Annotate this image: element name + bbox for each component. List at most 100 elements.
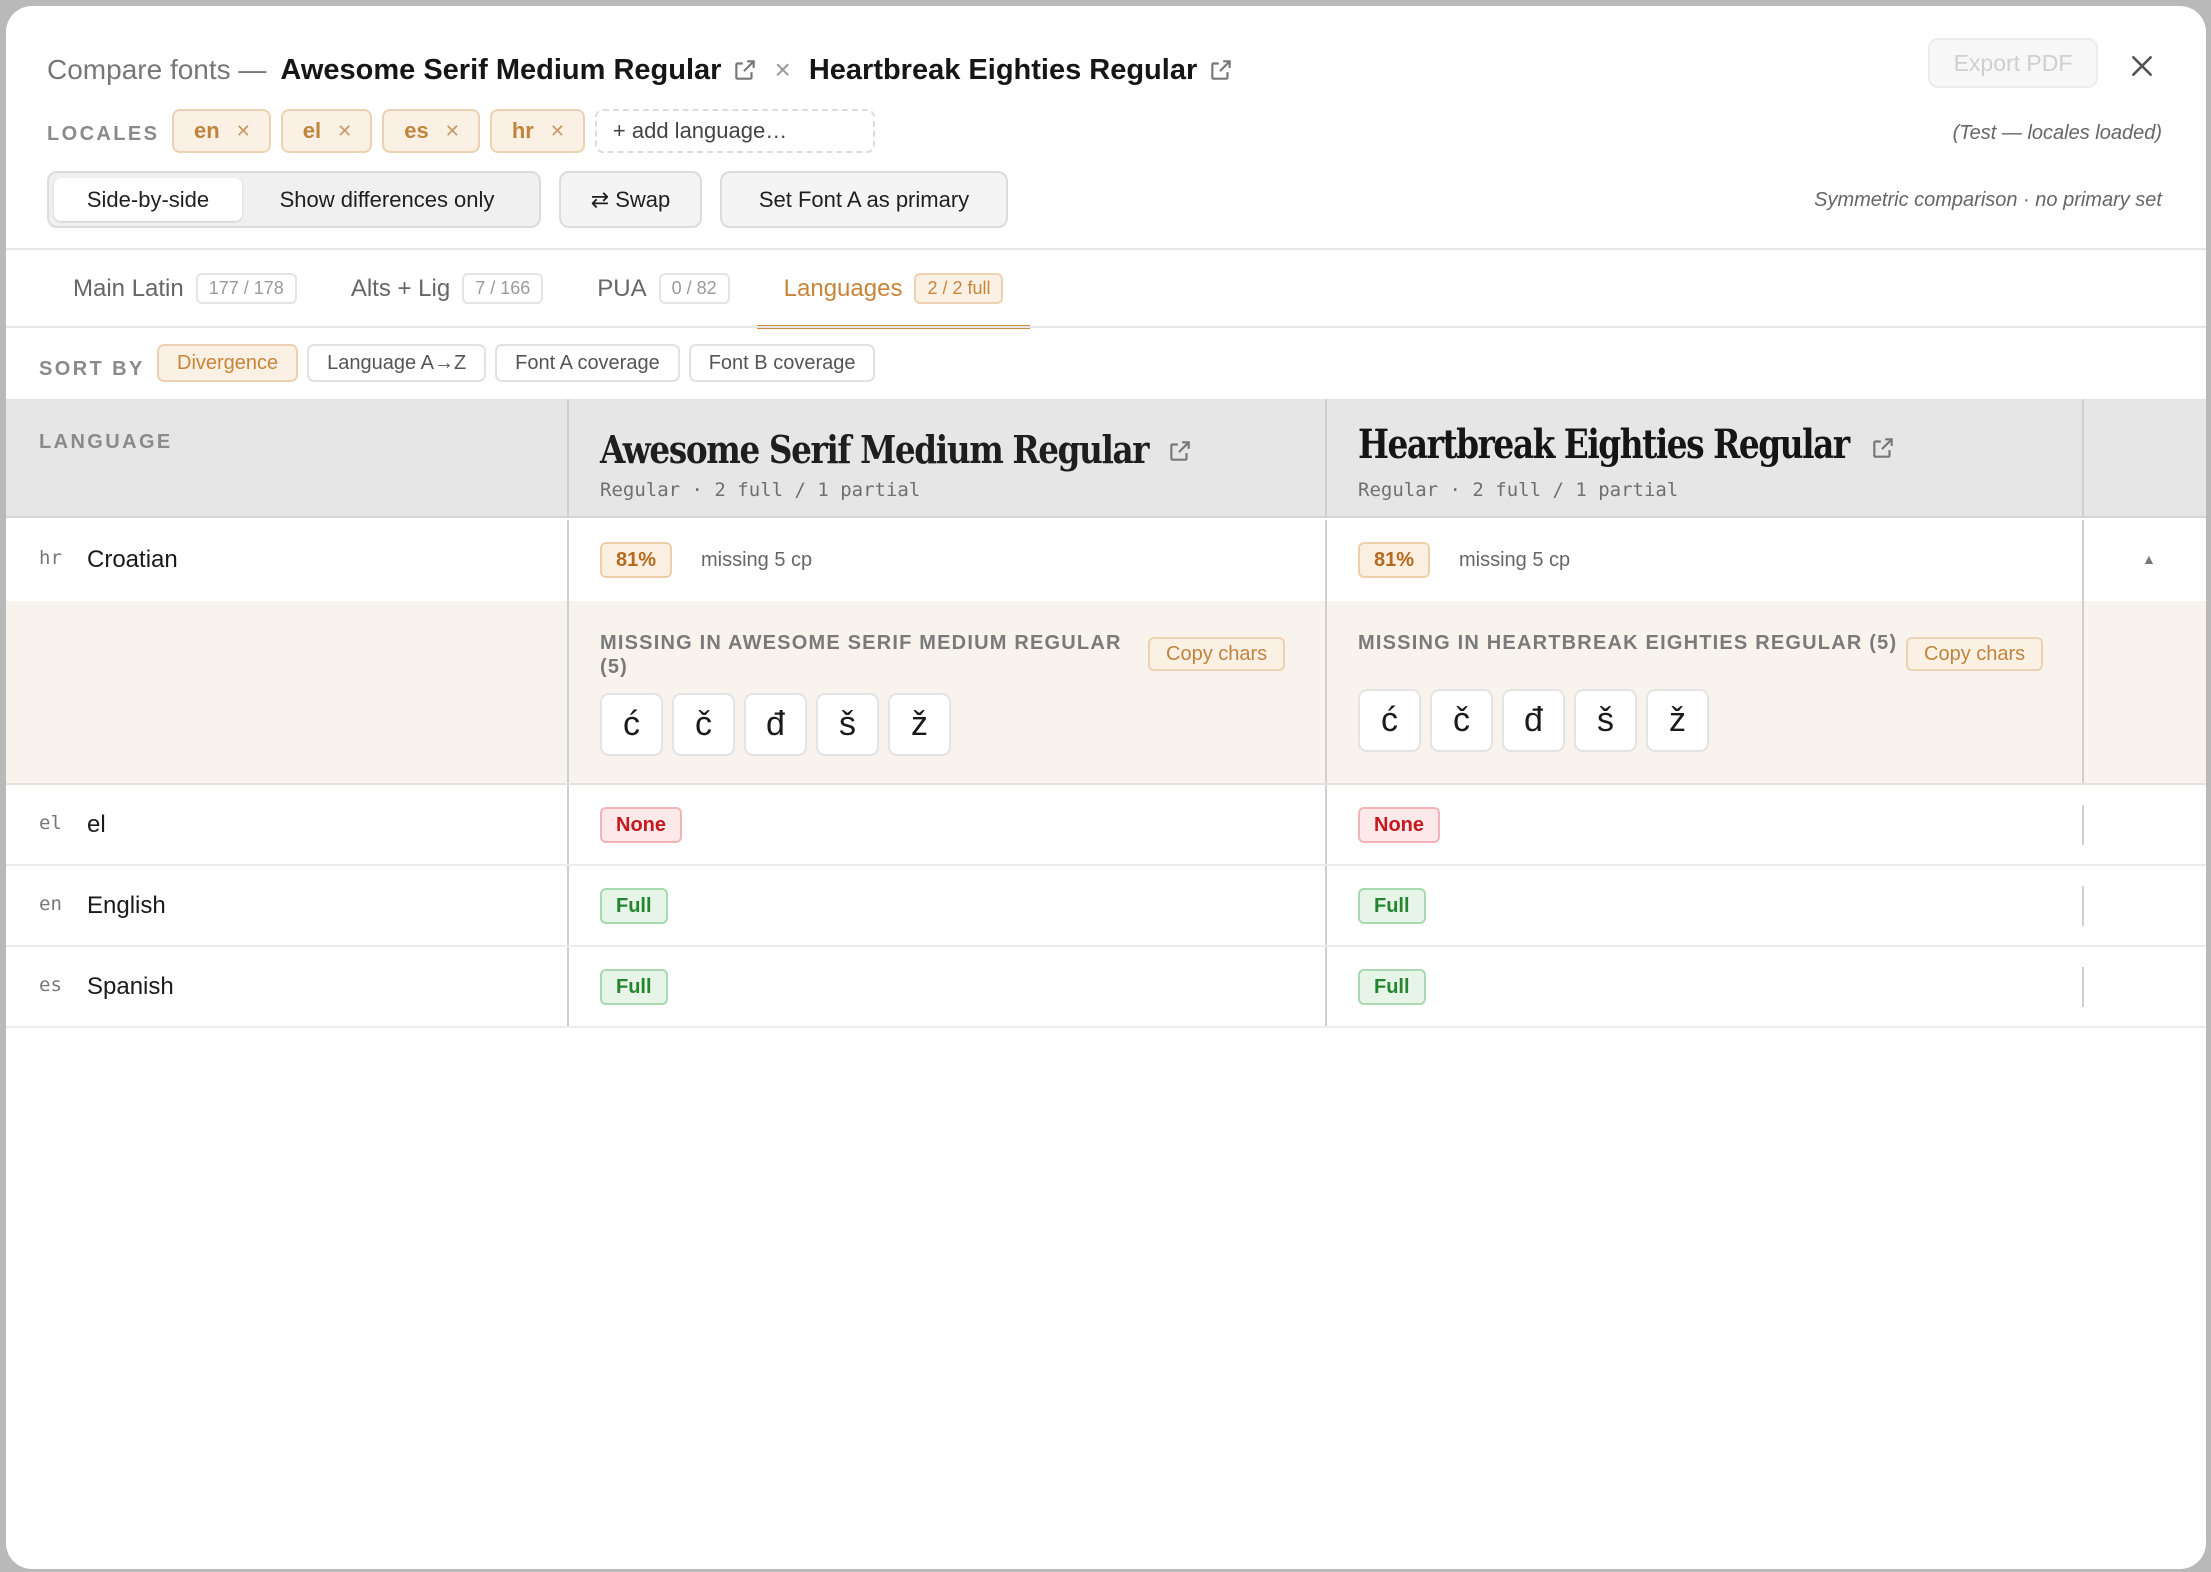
external-link-icon[interactable] [1870,435,1896,461]
missing-glyphs-a: ć č đ š ž [600,693,951,756]
missing-glyphs-b: ć č đ š ž [1358,689,1709,752]
column-divider [2082,399,2084,516]
missing-count: missing 5 cp [1459,549,1571,571]
divider [6,326,2206,328]
language-code: es [39,974,62,996]
locale-chip-es[interactable]: es ✕ [382,109,480,153]
table-row-el[interactable]: el el None None [6,785,2206,866]
column-divider [567,520,569,601]
column-divider [2082,886,2084,926]
versus-separator: × [774,54,791,85]
external-link-icon[interactable] [732,57,758,83]
font-a-column-header: Awesome Serif Medium Regular [600,427,1193,472]
set-primary-button[interactable]: Set Font A as primary [720,171,1008,228]
compare-fonts-dialog: Compare fonts — Awesome Serif Medium Reg… [6,6,2206,1569]
column-divider [1325,785,1327,864]
column-divider [567,866,569,945]
missing-heading-a: MISSING IN AWESOME SERIF MEDIUM REGULAR … [600,632,1122,678]
glyph-tile[interactable]: š [816,693,879,756]
table-row-es[interactable]: es Spanish Full Full [6,947,2206,1028]
external-link-icon[interactable] [1167,438,1193,464]
font-a-title: Awesome Serif Medium Regular [280,53,722,86]
column-divider [2082,601,2084,783]
language-name: Croatian [87,546,178,573]
column-divider [1325,947,1327,1026]
tab-count: 0 / 82 [658,273,730,304]
sort-font-a-coverage[interactable]: Font A coverage [495,344,680,382]
column-divider [1325,399,1327,516]
remove-icon[interactable]: ✕ [337,121,352,142]
font-b-summary: Regular · 2 full / 1 partial [1358,479,1679,501]
column-divider [567,785,569,864]
side-by-side-button[interactable]: Side-by-side [54,178,242,221]
locale-chip-el[interactable]: el ✕ [280,109,373,153]
glyph-tile[interactable]: ž [1646,689,1709,752]
tab-count: 177 / 178 [195,273,297,304]
swap-button[interactable]: ⇄ Swap [559,171,702,228]
font-a-summary: Regular · 2 full / 1 partial [600,479,921,501]
font-b-column-header: Heartbreak Eighties Regular [1358,421,1896,468]
coverage-badge: None [600,807,682,843]
table-header: LANGUAGE Awesome Serif Medium Regular Re… [6,399,2206,518]
copy-chars-button[interactable]: Copy chars [1148,637,1286,671]
view-mode-toggle: Side-by-side Show differences only [47,171,541,228]
column-divider [567,399,569,516]
tab-languages[interactable]: Languages 2 / 2 full [756,250,1031,329]
close-button[interactable] [2122,46,2162,86]
tab-pua[interactable]: PUA 0 / 82 [570,250,756,327]
font-a-name: Awesome Serif Medium Regular [600,427,1150,472]
tab-alts-lig[interactable]: Alts + Lig 7 / 166 [324,250,570,327]
column-divider [2082,520,2084,601]
glyph-tile[interactable]: č [1430,689,1493,752]
locales-status: (Test — locales loaded) [1952,122,2162,144]
coverage-badge: None [1358,807,1440,843]
glyph-tile[interactable]: ć [600,693,663,756]
coverage-badge: Full [1358,888,1426,924]
sort-label: SORT BY [39,358,145,380]
column-divider [1325,601,1327,783]
external-link-icon[interactable] [1208,57,1234,83]
column-divider [2082,967,2084,1007]
add-language-input[interactable]: + add language… [594,109,875,153]
glyph-tile[interactable]: ć [1358,689,1421,752]
coverage-badge: 81% [600,542,673,578]
tab-bar: Main Latin 177 / 178 Alts + Lig 7 / 166 PU… [46,250,1031,329]
glyph-tile[interactable]: đ [1502,689,1565,752]
glyph-tile[interactable]: ž [888,693,951,756]
font-b-name: Heartbreak Eighties Regular [1358,421,1850,468]
language-name: English [87,892,166,919]
missing-heading-b: MISSING IN HEARTBREAK EIGHTIES REGULAR (… [1358,632,1898,654]
remove-icon[interactable]: ✕ [236,121,251,142]
sort-divergence[interactable]: Divergence [157,344,299,382]
export-pdf-button[interactable]: Export PDF [1928,38,2098,88]
missing-count: missing 5 cp [701,549,813,571]
glyph-tile[interactable]: đ [744,693,807,756]
tab-count: 2 / 2 full [914,273,1004,304]
dialog-title: Compare fonts — Awesome Serif Medium Reg… [47,50,1234,90]
locales-label: LOCALES [47,123,160,145]
differences-only-button[interactable]: Show differences only [242,178,532,221]
glyph-tile[interactable]: č [672,693,735,756]
locale-chip-en[interactable]: en ✕ [172,109,271,153]
coverage-badge: Full [1358,969,1426,1005]
title-prefix: Compare fonts — [47,54,267,85]
language-name: Spanish [87,973,174,1000]
table-row-hr[interactable]: hr Croatian 81% missing 5 cp 81% missing… [6,520,2206,601]
tab-main-latin[interactable]: Main Latin 177 / 178 [46,250,324,327]
sort-language-az[interactable]: Language A→Z [307,344,487,382]
remove-icon[interactable]: ✕ [445,121,460,142]
column-divider [567,601,569,783]
locale-chip-hr[interactable]: hr ✕ [489,109,585,153]
table-row-en[interactable]: en English Full Full [6,866,2206,947]
remove-icon[interactable]: ✕ [550,121,565,142]
language-column-header: LANGUAGE [39,431,173,453]
sort-font-b-coverage[interactable]: Font B coverage [688,344,876,382]
glyph-tile[interactable]: š [1574,689,1637,752]
font-b-title: Heartbreak Eighties Regular [808,53,1198,86]
language-name: el [87,811,106,838]
copy-chars-button[interactable]: Copy chars [1906,637,2044,671]
column-divider [2082,805,2084,845]
tab-count: 7 / 166 [462,273,544,304]
language-code: hr [39,547,62,569]
collapse-caret-icon[interactable]: ▲ [2142,551,2156,567]
